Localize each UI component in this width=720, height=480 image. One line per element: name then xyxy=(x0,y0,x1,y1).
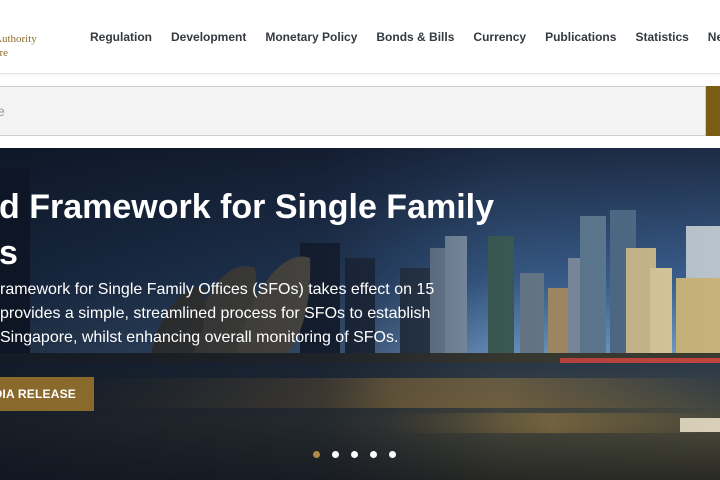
hero-title: d Framework for Single Family s xyxy=(0,188,495,272)
nav-item-publications[interactable]: Publications xyxy=(545,30,616,44)
carousel-dot-1[interactable] xyxy=(313,451,320,458)
media-release-button[interactable]: DIA RELEASE xyxy=(0,377,94,411)
hero-description: ramework for Single Family Offices (SFOs… xyxy=(0,281,435,346)
carousel-dot-4[interactable] xyxy=(370,451,377,458)
search-button[interactable] xyxy=(706,86,720,136)
carousel-dot-2[interactable] xyxy=(332,451,339,458)
main-nav: Regulation Development Monetary Policy B… xyxy=(90,0,720,74)
carousel-dot-5[interactable] xyxy=(389,451,396,458)
search-input[interactable] xyxy=(0,86,706,136)
search-bar: ite xyxy=(0,86,720,136)
nav-item-news[interactable]: News xyxy=(708,30,720,44)
logo-line-1: Authority xyxy=(0,33,37,45)
nav-item-development[interactable]: Development xyxy=(171,30,246,44)
site-header: Authority ore Regulation Development Mon… xyxy=(0,0,720,74)
page: Authority ore Regulation Development Mon… xyxy=(0,0,720,480)
logo-line-2: ore xyxy=(0,47,9,59)
nav-item-regulation[interactable]: Regulation xyxy=(90,30,152,44)
nav-item-currency[interactable]: Currency xyxy=(473,30,526,44)
site-logo[interactable]: Authority ore xyxy=(0,32,37,60)
nav-item-monetary-policy[interactable]: Monetary Policy xyxy=(265,30,357,44)
hero-banner: d Framework for Single Family s ramework… xyxy=(0,148,720,480)
nav-item-statistics[interactable]: Statistics xyxy=(635,30,688,44)
carousel-dot-3[interactable] xyxy=(351,451,358,458)
nav-item-bonds-bills[interactable]: Bonds & Bills xyxy=(376,30,454,44)
carousel-dots xyxy=(313,451,408,458)
